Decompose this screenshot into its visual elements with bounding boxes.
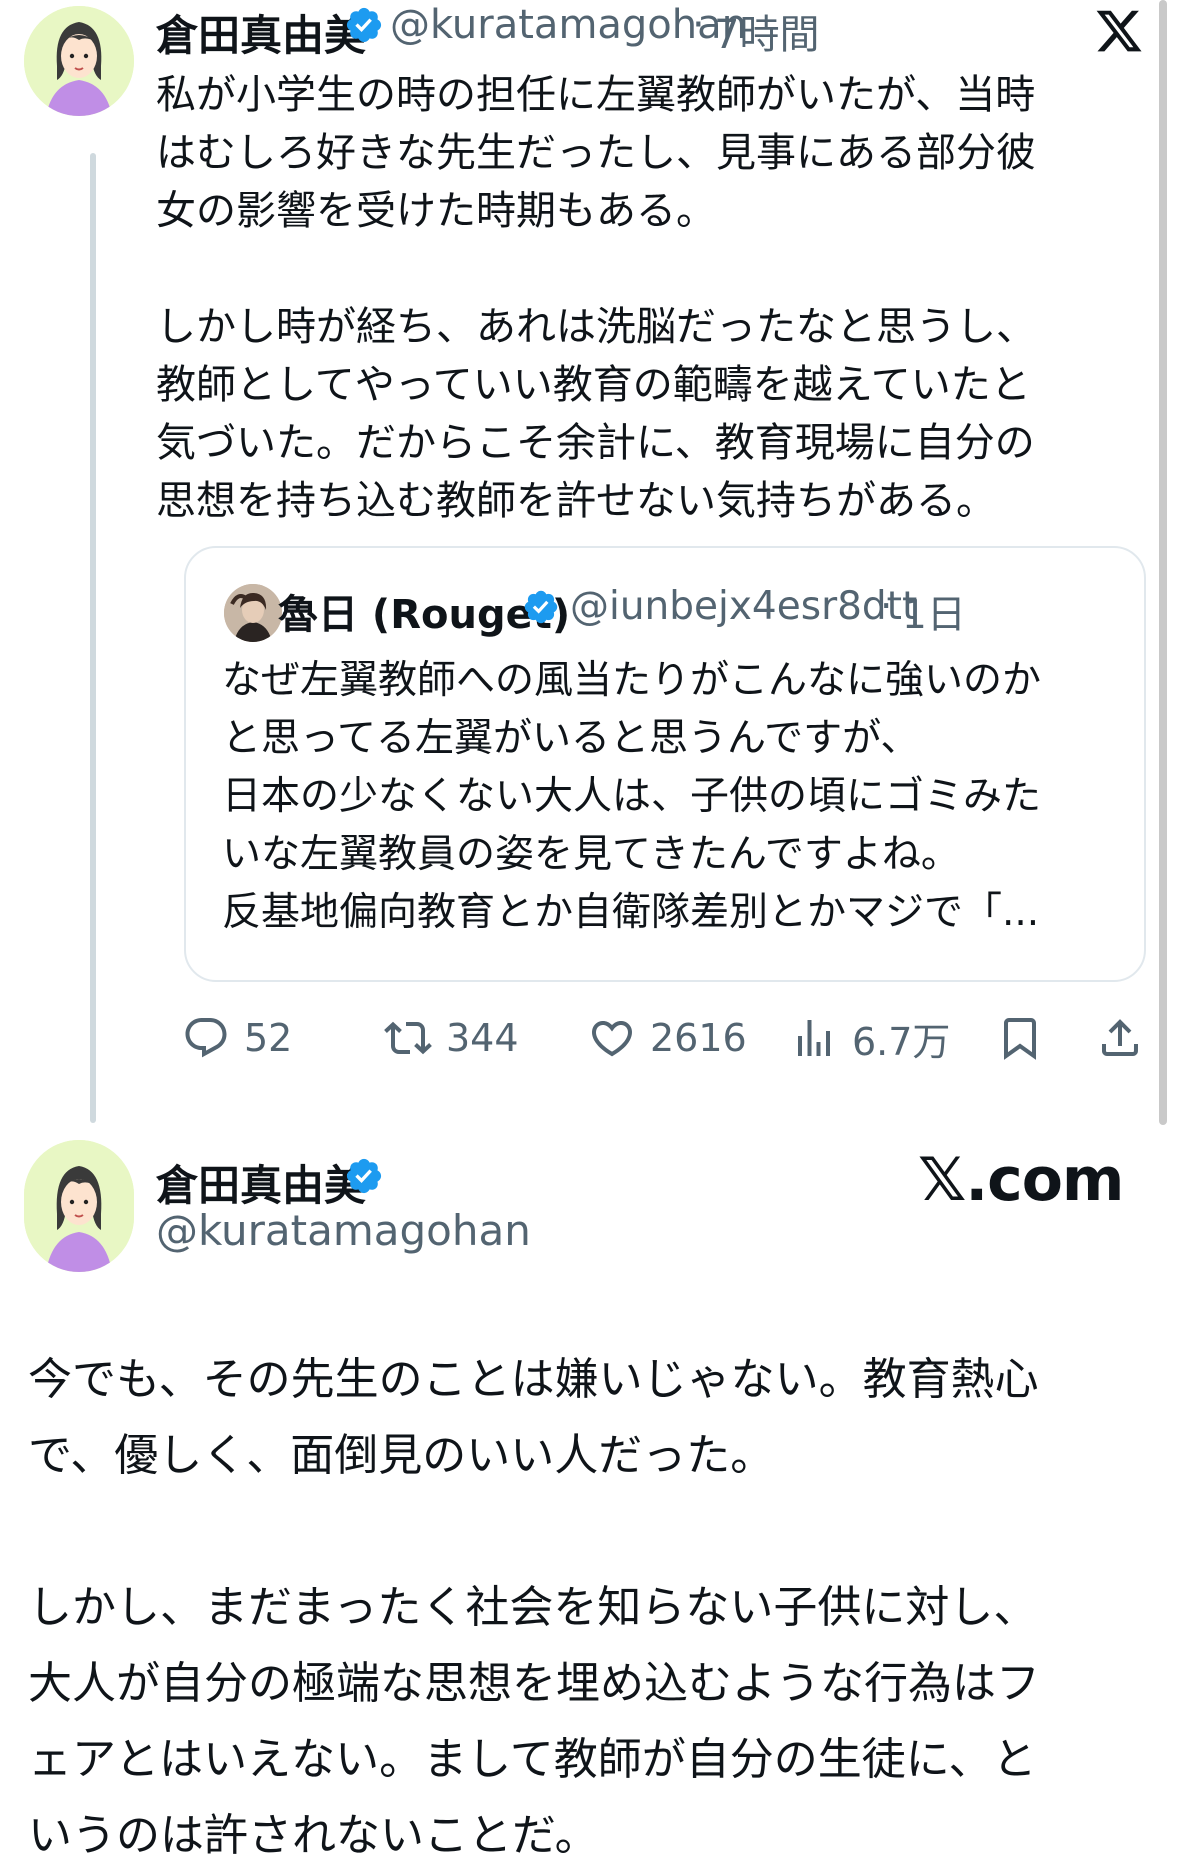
x-logo-icon[interactable]	[1092, 6, 1146, 56]
reply-icon	[185, 1018, 227, 1058]
share-button[interactable]	[1096, 1008, 1144, 1068]
scrollbar[interactable]	[1159, 0, 1167, 1125]
like-count: 2616	[650, 1016, 747, 1060]
cartoon-woman-avatar-icon	[24, 6, 134, 116]
retweet-button[interactable]: 344	[384, 1008, 519, 1068]
thread-connector-line	[90, 153, 96, 1123]
views-chart-icon	[798, 1020, 830, 1056]
quote-author-handle[interactable]: @iunbejx4esr8dtt	[570, 584, 917, 629]
author-avatar[interactable]	[24, 6, 134, 116]
quote-body: なぜ左翼教師への風当たりがこんなに強いのか と思ってる左翼がいると思うんですが、…	[222, 658, 1042, 935]
share-icon	[1102, 1019, 1138, 1056]
verified-badge-icon	[346, 1158, 382, 1194]
profile-handle[interactable]: @kuratamagohan	[156, 1206, 531, 1255]
reply-button[interactable]: 52	[182, 1008, 292, 1068]
quote-time[interactable]: 1日	[902, 584, 966, 640]
tweet-time[interactable]: 7時間	[714, 2, 819, 60]
separator-dot: ·	[880, 584, 893, 629]
cartoon-woman-avatar-icon	[24, 1140, 134, 1272]
separator-dot: ·	[692, 2, 705, 48]
tweet-body: 私が小学生の時の担任に左翼教師がいたが、当時 はむしろ好きな先生だったし、見事に…	[156, 72, 1036, 524]
verified-badge-icon	[524, 590, 558, 624]
profile-avatar[interactable]	[24, 1140, 134, 1272]
quote-author-avatar[interactable]	[224, 584, 282, 642]
views-button[interactable]: 6.7万	[790, 1008, 950, 1068]
reply-body: 今でも、その先生のことは嫌いじゃない。教育熱心 で、優しく、面倒見のいい人だった…	[28, 1354, 1040, 1859]
reply-count: 52	[244, 1016, 293, 1060]
bookmark-button[interactable]	[996, 1008, 1044, 1068]
retweet-count: 344	[446, 1016, 519, 1060]
author-name[interactable]: 倉田真由美	[156, 2, 366, 63]
heart-icon	[591, 1021, 633, 1057]
views-count: 6.7万	[852, 1019, 951, 1064]
retweet-icon	[384, 1021, 432, 1055]
person-portrait-icon	[224, 584, 282, 642]
bookmark-icon	[1004, 1018, 1036, 1060]
x-com-wordmark: 𝕏.com	[918, 1145, 1124, 1215]
like-button[interactable]: 2616	[588, 1008, 747, 1068]
quoted-tweet-card[interactable]: 魯日 (Rouget) @iunbejx4esr8dtt · 1日 なぜ左翼教師…	[184, 546, 1146, 982]
verified-badge-icon	[346, 7, 382, 43]
profile-name[interactable]: 倉田真由美	[156, 1152, 366, 1213]
